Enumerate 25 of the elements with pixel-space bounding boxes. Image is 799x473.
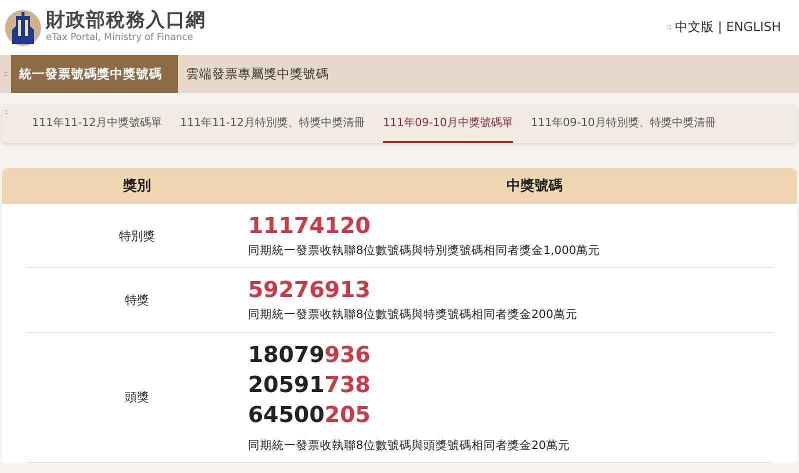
winning-number: 59276913 xyxy=(248,277,372,306)
column-header: 中獎號碼 xyxy=(506,178,562,194)
period-tab[interactable]: 111年09-10月特別獎、特獎中獎清冊 xyxy=(530,105,716,143)
prize-name: 特獎 xyxy=(125,292,149,307)
prize-note: 同期統一發票收執聯8位數號碼與特別獎號碼相同者獎金1,000萬元 xyxy=(248,242,600,259)
winning-number: 20591738 xyxy=(248,372,372,400)
winning-number: 64500205 xyxy=(248,402,372,430)
period-tab[interactable]: 111年11-12月特別獎、特獎中獎清冊 xyxy=(180,105,365,143)
nav-tab[interactable]: 雲端發票專屬獎中獎號碼 xyxy=(178,55,346,93)
period-tab[interactable]: 111年09-10月中獎號碼單 xyxy=(382,105,513,143)
winning-number: 18079936 xyxy=(248,342,372,370)
period-tab[interactable]: 111年11-12月中獎號碼單 xyxy=(32,105,162,143)
separator: | xyxy=(718,18,722,36)
language-link[interactable]: 中文版 xyxy=(674,18,714,37)
nav-tab[interactable]: 統一發票號碼獎中獎號碼 xyxy=(11,55,178,93)
prize-name: 特別獎 xyxy=(119,228,155,243)
emblem-drawing xyxy=(4,8,42,48)
prize-note: 同期統一發票收執聯8位數號碼與頭獎號碼相同者獎金20萬元 xyxy=(248,436,570,454)
language-link[interactable]: ENGLISH xyxy=(726,18,781,37)
prize-note: 同期統一發票收執聯8位數號碼與特獎號碼相同者獎金200萬元 xyxy=(248,306,578,324)
winning-number: 11174120 xyxy=(248,213,372,241)
column-header: 獎別 xyxy=(123,178,151,194)
prize-name: 頭獎 xyxy=(125,390,149,404)
site-subtitle: eTax Portal, Ministry of Finance xyxy=(46,30,194,45)
site-title[interactable]: 財政部稅務入口網 xyxy=(46,10,206,31)
